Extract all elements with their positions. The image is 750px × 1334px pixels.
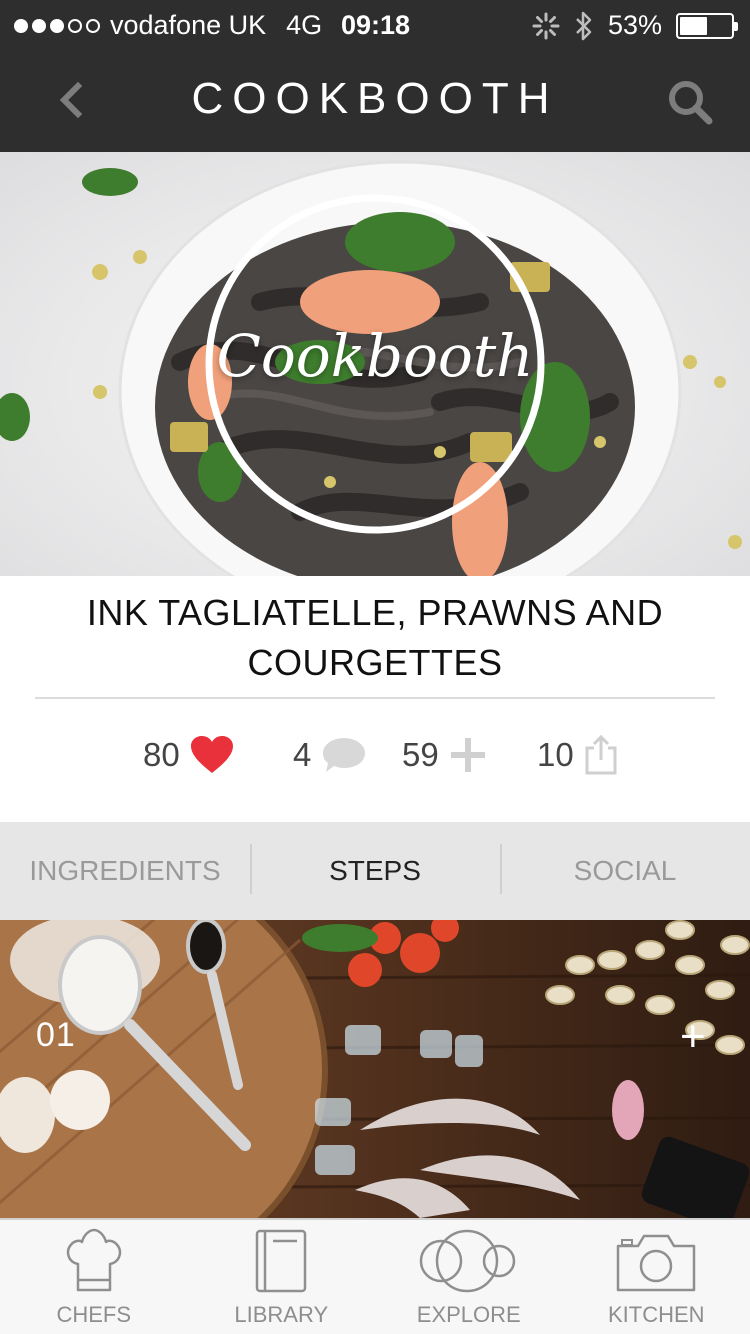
- signal-dot: [68, 18, 82, 33]
- tabbar-item-chefs[interactable]: CHEFS: [0, 1220, 188, 1334]
- signal-dot: [86, 18, 100, 33]
- adds-stat[interactable]: 59: [402, 724, 487, 786]
- nav-bar: COOKBOOTH: [0, 52, 750, 152]
- tabbar-label-library: LIBRARY: [234, 1302, 329, 1327]
- battery-fill: [680, 16, 707, 35]
- chef-hat-icon: [66, 1228, 121, 1292]
- bottom-tab-bar: CHEFS LIBRARY EXPLORE KITCHEN: [0, 1218, 750, 1334]
- shares-count: 10: [537, 736, 574, 773]
- app-logo: COOKBOOTH: [191, 74, 559, 123]
- tabbar-item-library[interactable]: LIBRARY: [188, 1220, 376, 1334]
- share-icon[interactable]: [584, 734, 618, 776]
- battery-percent: 53%: [607, 10, 662, 40]
- step-image[interactable]: 01 +: [0, 920, 750, 1218]
- plus-icon[interactable]: [449, 736, 487, 774]
- signal-dot: [32, 18, 46, 33]
- network-type: 4G: [286, 10, 323, 40]
- speech-bubble-icon[interactable]: [321, 735, 367, 775]
- likes-count: 80: [143, 736, 180, 773]
- tab-steps[interactable]: STEPS: [250, 822, 500, 920]
- status-left: vodafone UK 4G: [14, 10, 322, 41]
- add-step-plus-icon[interactable]: +: [680, 1012, 706, 1062]
- tab-social[interactable]: SOCIAL: [500, 822, 750, 920]
- battery-icon: [676, 12, 738, 39]
- step-number: 01: [36, 1016, 76, 1054]
- recipe-stats: 80 4 59 10: [0, 724, 750, 786]
- tabbar-label-chefs: CHEFS: [56, 1302, 132, 1327]
- tabbar-label-explore: EXPLORE: [416, 1302, 521, 1327]
- comments-stat[interactable]: 4: [293, 724, 367, 786]
- activity-spinner-icon: [532, 12, 560, 39]
- tabbar-item-explore[interactable]: EXPLORE: [375, 1220, 563, 1334]
- search-icon[interactable]: [666, 78, 714, 126]
- likes-stat[interactable]: 80: [143, 724, 234, 786]
- tabbar-label-kitchen: KITCHEN: [607, 1302, 705, 1327]
- recipe-title: INK TAGLIATELLE, PRAWNS AND COURGETTES: [40, 588, 710, 688]
- status-bar: vodafone UK 4G 09:18 53%: [0, 0, 750, 52]
- signal-strength-icon: [14, 18, 100, 33]
- recipe-title-line-2: COURGETTES: [247, 642, 503, 683]
- shares-stat[interactable]: 10: [537, 724, 618, 786]
- carrier-name: vodafone UK: [110, 10, 267, 40]
- signal-dot: [50, 18, 64, 33]
- explore-circles-icon: [419, 1229, 515, 1293]
- watermark-logo: Cookbooth: [216, 322, 534, 390]
- clock: 09:18: [341, 10, 411, 40]
- heart-icon[interactable]: [190, 735, 234, 775]
- tabbar-item-kitchen[interactable]: KITCHEN: [563, 1220, 750, 1334]
- camera-icon: [617, 1234, 696, 1292]
- tab-ingredients[interactable]: INGREDIENTS: [0, 822, 250, 920]
- bluetooth-icon: [576, 11, 592, 40]
- book-icon: [256, 1229, 307, 1293]
- top-bar: vodafone UK 4G 09:18 53% COOKBOOTH: [0, 0, 750, 152]
- recipe-hero-image: Cookbooth: [0, 152, 750, 576]
- status-right: 53%: [532, 10, 738, 41]
- recipe-title-line-1: INK TAGLIATELLE, PRAWNS AND: [86, 592, 664, 633]
- adds-count: 59: [402, 736, 439, 773]
- signal-dot: [14, 18, 28, 33]
- title-divider: [35, 697, 715, 699]
- recipe-tabs: INGREDIENTS STEPS SOCIAL: [0, 822, 750, 920]
- comments-count: 4: [293, 736, 312, 773]
- screen: vodafone UK 4G 09:18 53% COOKBOOTH Cookb…: [0, 0, 750, 1334]
- ingredients-table-illustration: [0, 920, 750, 1218]
